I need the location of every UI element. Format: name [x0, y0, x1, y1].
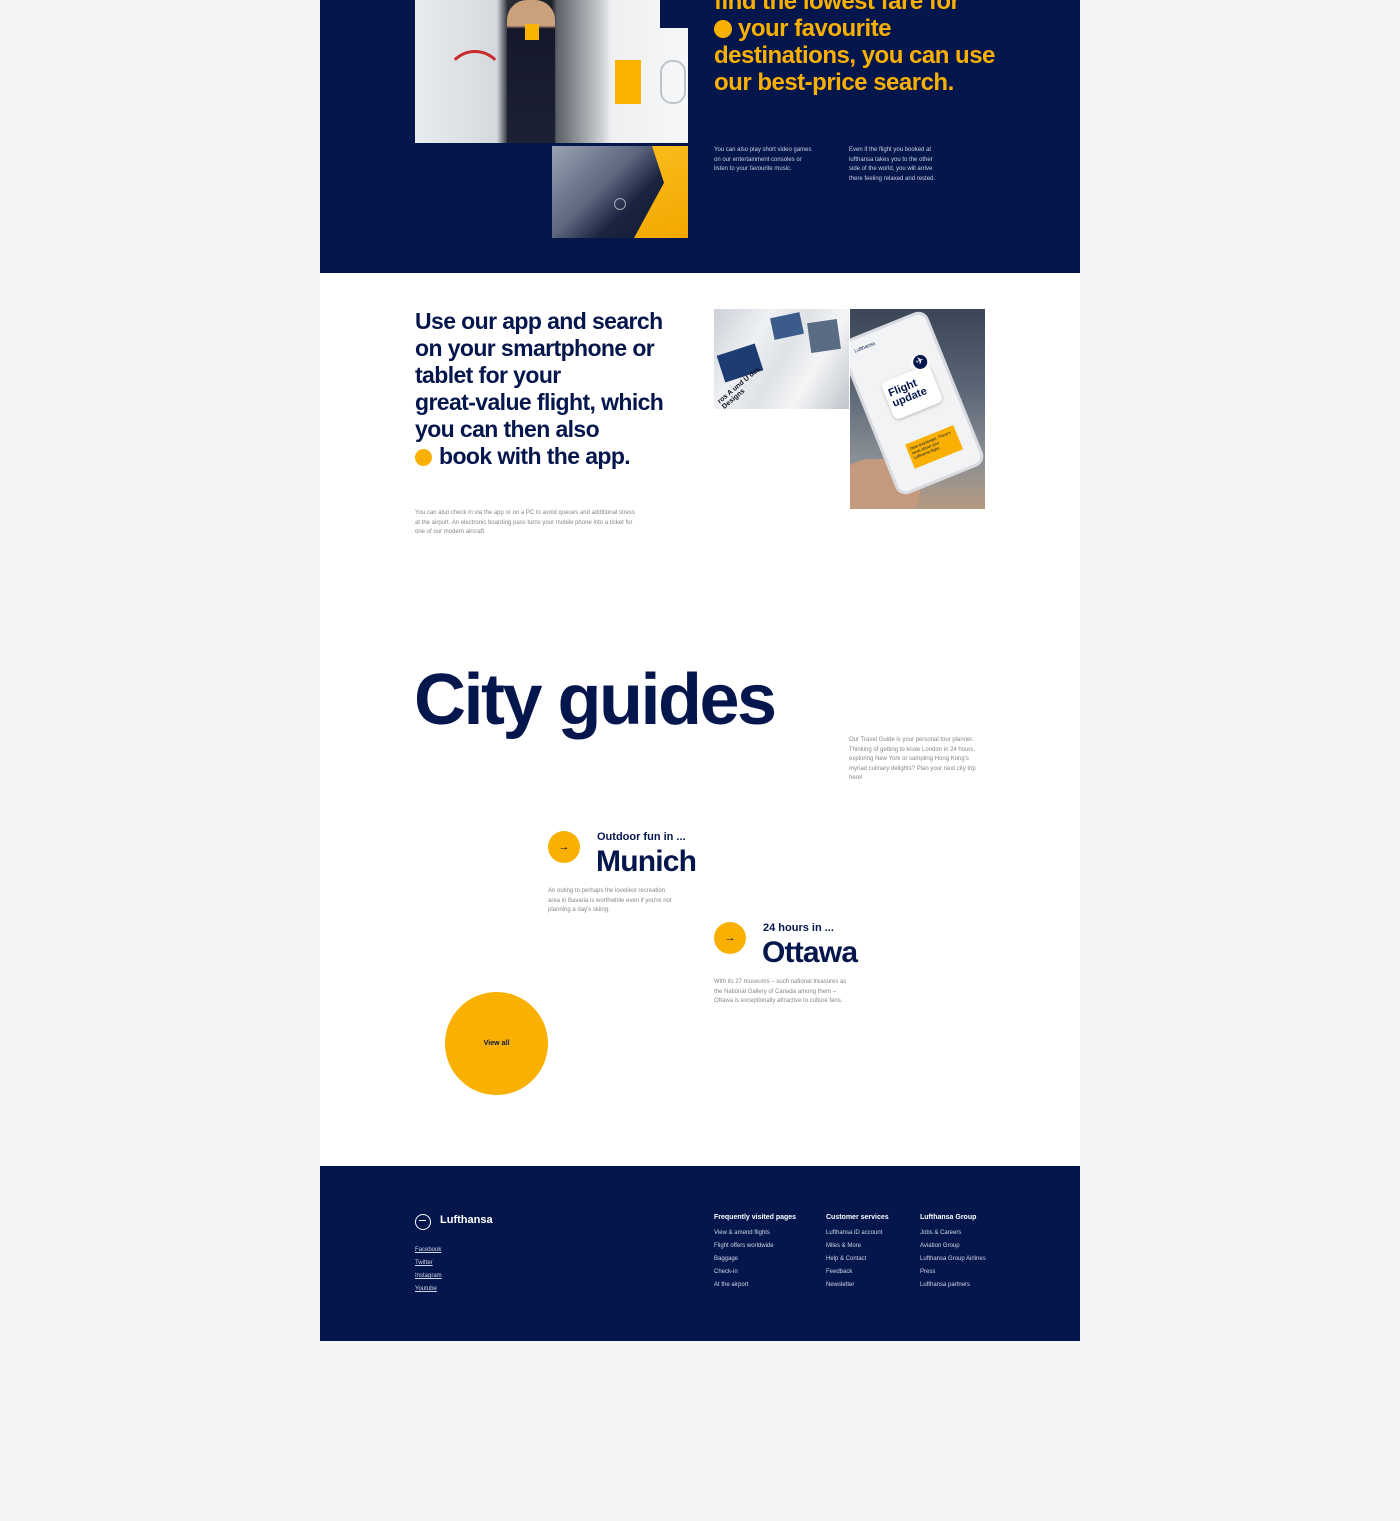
- yellow-dot-icon: [714, 20, 732, 38]
- hero-copy-left: You can also play short video games on o…: [714, 147, 812, 173]
- footer-column-frequent: Frequently visited pages View & amend fl…: [714, 1214, 796, 1292]
- footer-link[interactable]: Lufthansa partners: [920, 1279, 986, 1292]
- app-heading-line: great-value flight, which: [415, 389, 664, 415]
- guide-kicker: Outdoor fun in ...: [597, 831, 686, 843]
- footer-column-customer: Customer services Lufthansa iD account M…: [826, 1214, 889, 1292]
- cabin-crew-photo: [415, 0, 688, 143]
- app-heading-line: book with the app.: [439, 443, 631, 469]
- footer-link[interactable]: Baggage: [714, 1253, 796, 1266]
- app-heading: Use our app and search on your smartphon…: [415, 308, 690, 470]
- guide-city-title[interactable]: Ottawa: [762, 936, 858, 970]
- footer: Lufthansa Facebook Twitter Instagram You…: [320, 1166, 1080, 1341]
- yellow-dot-icon: [415, 449, 432, 466]
- instagram-link[interactable]: Instagram: [415, 1270, 442, 1283]
- footer-link[interactable]: Newsletter: [826, 1279, 889, 1292]
- view-all-button[interactable]: View all: [445, 992, 548, 1095]
- app-heading-line: you can then also: [415, 416, 600, 442]
- footer-column-title: Frequently visited pages: [714, 1214, 797, 1221]
- footer-link[interactable]: Feedback: [826, 1266, 889, 1279]
- lufthansa-crane-logo-icon[interactable]: [415, 1214, 431, 1230]
- guide-city-title[interactable]: Munich: [596, 845, 697, 879]
- footer-link[interactable]: Check-in: [714, 1266, 796, 1279]
- facebook-link[interactable]: Facebook: [415, 1244, 442, 1257]
- guide-kicker: 24 hours in ...: [763, 922, 834, 934]
- app-heading-line: Use our app and search: [415, 308, 663, 334]
- magazine-photo: ros A und U des Designs: [714, 309, 849, 409]
- footer-brand[interactable]: Lufthansa: [440, 1214, 493, 1226]
- hero-heading: find the lowest fare for your favourite …: [714, 0, 995, 96]
- crane-logo-icon: [614, 198, 626, 210]
- social-links: Facebook Twitter Instagram Youtube: [415, 1244, 442, 1296]
- footer-column-title: Customer services: [826, 1214, 889, 1221]
- guide-blurb: With its 27 museums – such national trea…: [714, 979, 847, 1005]
- footer-link[interactable]: Miles & More: [826, 1240, 889, 1253]
- footer-link[interactable]: Jobs & Careers: [920, 1227, 986, 1240]
- guide-blurb: An outing to perhaps the loveliest recre…: [548, 888, 672, 914]
- twitter-link[interactable]: Twitter: [415, 1257, 442, 1270]
- arrow-right-icon[interactable]: →: [714, 922, 746, 954]
- footer-link[interactable]: Lufthansa iD account: [826, 1227, 889, 1240]
- phone-notification: Dear passenger, There's news about your …: [905, 425, 964, 469]
- footer-column-group: Lufthansa Group Jobs & Careers Aviation …: [920, 1214, 986, 1292]
- app-heading-line: tablet for your: [415, 362, 561, 388]
- footer-link[interactable]: Aviation Group: [920, 1240, 986, 1253]
- footer-link[interactable]: Press: [920, 1266, 986, 1279]
- footer-link[interactable]: Flight offers worldwide: [714, 1240, 796, 1253]
- app-copy: You can also check in via the app or on …: [415, 510, 635, 536]
- arrow-right-icon[interactable]: →: [548, 831, 580, 863]
- city-guides-title: City guides: [414, 660, 777, 740]
- app-heading-line: on your smartphone or: [415, 335, 655, 361]
- footer-link[interactable]: Help & Contact: [826, 1253, 889, 1266]
- footer-link[interactable]: Lufthansa Group Airlines: [920, 1253, 986, 1266]
- hero-copy-right: Even if the flight you booked at lufthan…: [849, 147, 936, 182]
- flight-update-bubble: Flight update: [880, 363, 944, 421]
- city-guides-copy: Our Travel Guide is your personal tour p…: [849, 737, 976, 782]
- hero-section: find the lowest fare for your favourite …: [320, 0, 1080, 273]
- footer-link[interactable]: View & amend flights: [714, 1227, 796, 1240]
- page: find the lowest fare for your favourite …: [320, 0, 1080, 1341]
- phone-app-photo: Lufthansa Flight update ✈ Dear passenger…: [850, 309, 985, 509]
- footer-column-title: Lufthansa Group: [920, 1214, 977, 1221]
- footer-link[interactable]: At the airport: [714, 1279, 796, 1292]
- scarf-uniform-photo: [552, 146, 688, 238]
- youtube-link[interactable]: Youtube: [415, 1283, 442, 1296]
